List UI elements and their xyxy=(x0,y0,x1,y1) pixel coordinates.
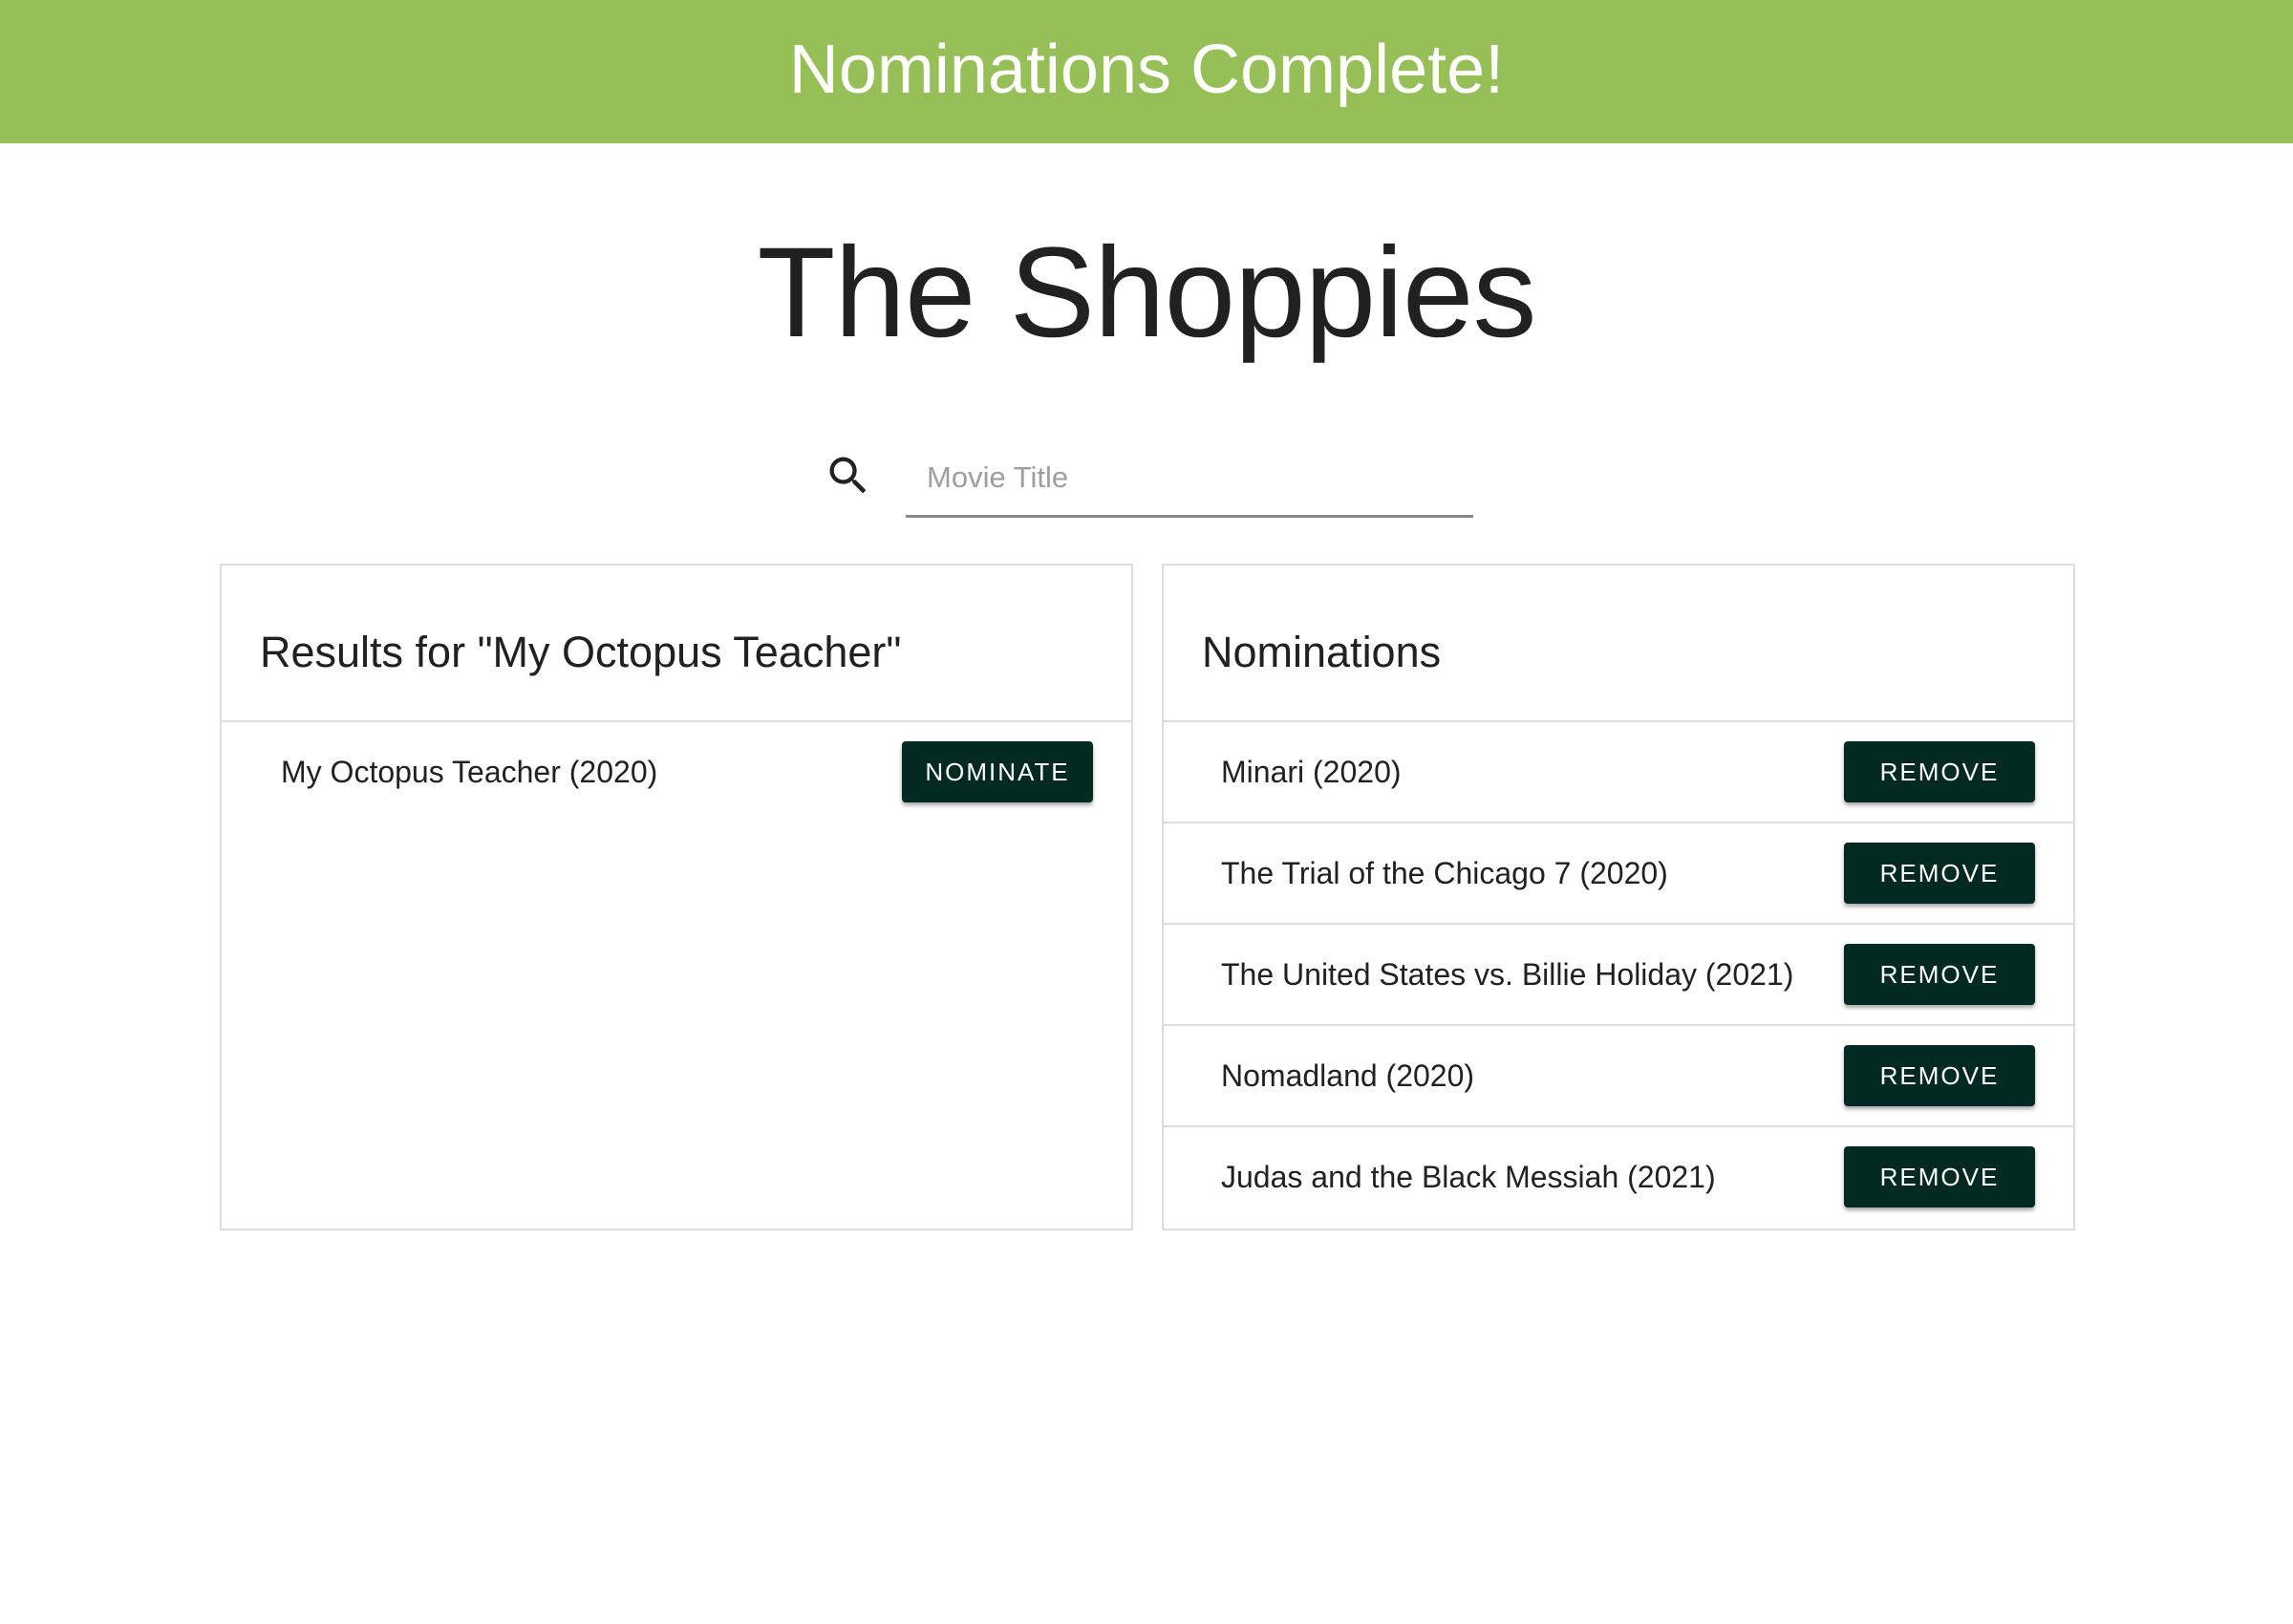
nomination-title: The United States vs. Billie Holiday (20… xyxy=(1221,957,1794,992)
results-header: Results for "My Octopus Teacher" xyxy=(222,566,1131,722)
nomination-title: Judas and the Black Messiah (2021) xyxy=(1221,1160,1716,1194)
nomination-title: The Trial of the Chicago 7 (2020) xyxy=(1221,856,1668,890)
list-item: The Trial of the Chicago 7 (2020) REMOVE xyxy=(1164,823,2073,925)
remove-button[interactable]: REMOVE xyxy=(1844,944,2035,1005)
remove-button[interactable]: REMOVE xyxy=(1844,741,2035,802)
nominations-panel: Nominations Minari (2020) REMOVE The Tri… xyxy=(1162,564,2075,1230)
nomination-title: Nomadland (2020) xyxy=(1221,1058,1475,1093)
nominations-heading: Nominations xyxy=(1202,628,1442,676)
list-item: Nomadland (2020) REMOVE xyxy=(1164,1026,2073,1127)
list-item: The United States vs. Billie Holiday (20… xyxy=(1164,925,2073,1026)
list-item: Minari (2020) REMOVE xyxy=(1164,722,2073,823)
search-bar xyxy=(814,439,1483,520)
search-input[interactable] xyxy=(906,439,1473,518)
nominations-header: Nominations xyxy=(1164,566,2073,722)
remove-button[interactable]: REMOVE xyxy=(1844,843,2035,904)
list-item: Judas and the Black Messiah (2021) REMOV… xyxy=(1164,1127,2073,1229)
completion-banner: Nominations Complete! xyxy=(0,0,2293,143)
list-item: My Octopus Teacher (2020) NOMINATE xyxy=(222,722,1131,823)
nomination-title: Minari (2020) xyxy=(1221,755,1402,789)
nominate-button[interactable]: NOMINATE xyxy=(902,741,1093,802)
search-icon xyxy=(829,457,867,494)
banner-text: Nominations Complete! xyxy=(788,32,1505,108)
results-heading: Results for "My Octopus Teacher" xyxy=(260,628,902,676)
results-panel: Results for "My Octopus Teacher" My Octo… xyxy=(220,564,1133,1230)
page-title: The Shoppies xyxy=(757,222,1537,364)
remove-button[interactable]: REMOVE xyxy=(1844,1045,2035,1106)
remove-button[interactable]: REMOVE xyxy=(1844,1146,2035,1207)
result-title: My Octopus Teacher (2020) xyxy=(281,755,658,789)
